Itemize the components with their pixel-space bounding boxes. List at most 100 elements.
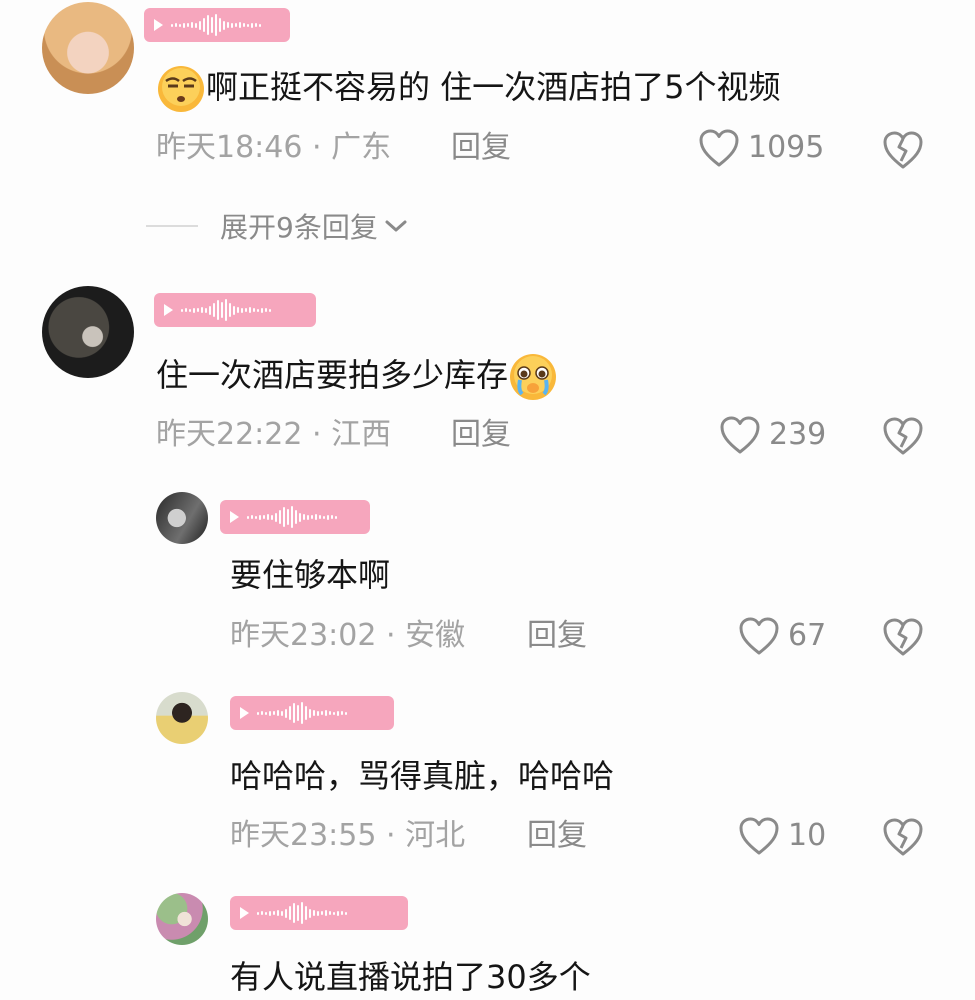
waveform-bar — [279, 510, 281, 524]
waveform-bar — [263, 515, 265, 519]
waveform-bar — [301, 902, 303, 924]
waveform-bar — [321, 711, 323, 715]
waveform-bar — [333, 711, 335, 715]
voice-name-badge[interactable] — [230, 696, 394, 730]
waveform-bar — [265, 911, 267, 915]
waveform-bar — [257, 911, 259, 915]
waveform-bar — [209, 305, 211, 315]
waveform-bar — [293, 703, 295, 723]
waveform-bar — [293, 903, 295, 923]
waveform-bar — [305, 706, 307, 720]
reply-button[interactable]: 回复 — [527, 618, 587, 654]
timestamp: 昨天23:02 — [230, 618, 377, 653]
waveform-bar — [255, 515, 257, 519]
voice-name-badge[interactable] — [230, 896, 408, 930]
heart-outline-icon — [739, 617, 779, 655]
waveform-icon — [247, 506, 337, 528]
waveform-bar — [247, 23, 249, 27]
waveform-bar — [225, 299, 227, 321]
waveform-bar — [329, 911, 331, 915]
waveform-bar — [321, 911, 323, 915]
broken-heart-icon — [883, 618, 923, 656]
waveform-bar — [309, 908, 311, 918]
divider — [146, 225, 198, 227]
voice-name-badge[interactable] — [154, 293, 316, 327]
waveform-bar — [307, 514, 309, 520]
waveform-bar — [251, 22, 253, 28]
dislike-button[interactable] — [882, 130, 924, 174]
waveform-bar — [179, 23, 181, 27]
location: 安徽 — [405, 618, 466, 653]
waveform-bar — [245, 308, 247, 312]
like-button[interactable]: 239 — [719, 415, 826, 455]
heart-outline-icon — [720, 416, 760, 454]
avatar[interactable] — [156, 893, 208, 945]
waveform-bar — [297, 705, 299, 721]
voice-name-badge[interactable] — [144, 8, 290, 42]
waveform-bar — [175, 23, 177, 27]
waveform-bar — [337, 710, 339, 716]
waveform-bar — [283, 507, 285, 527]
avatar[interactable] — [42, 2, 134, 94]
reply-button[interactable]: 回复 — [527, 818, 587, 854]
waveform-bar — [345, 711, 347, 715]
waveform-bar — [277, 910, 279, 916]
avatar[interactable] — [42, 286, 134, 378]
comment-text: 住一次酒店要拍多少库存 — [156, 352, 558, 402]
waveform-bar — [285, 708, 287, 718]
waveform-bar — [243, 23, 245, 27]
waveform-icon — [257, 902, 347, 924]
waveform-bar — [217, 300, 219, 320]
waveform-bar — [281, 710, 283, 716]
dislike-button[interactable] — [882, 617, 924, 661]
waveform-bar — [329, 711, 331, 715]
timestamp: 昨天18:46 — [156, 130, 303, 165]
waveform-bar — [289, 906, 291, 920]
waveform-bar — [261, 711, 263, 715]
avatar[interactable] — [156, 692, 208, 744]
waveform-bar — [285, 908, 287, 918]
heart-outline-icon — [699, 129, 739, 167]
waveform-bar — [269, 308, 271, 312]
like-button[interactable]: 1095 — [698, 128, 824, 168]
reply-button[interactable]: 回复 — [451, 417, 511, 453]
waveform-bar — [201, 307, 203, 313]
avatar[interactable] — [156, 492, 208, 544]
waveform-bar — [309, 708, 311, 718]
waveform-bar — [275, 512, 277, 522]
dislike-button[interactable] — [882, 416, 924, 460]
waveform-bar — [299, 512, 301, 522]
waveform-bar — [257, 308, 259, 312]
waveform-bar — [313, 710, 315, 716]
waveform-bar — [341, 911, 343, 915]
waveform-bar — [261, 307, 263, 313]
expand-replies-button[interactable]: 展开9条回复 — [146, 206, 410, 246]
voice-name-badge[interactable] — [220, 500, 370, 534]
dislike-button[interactable] — [882, 817, 924, 861]
waveform-bar — [311, 515, 313, 519]
reply-button[interactable]: 回复 — [451, 130, 511, 166]
like-button[interactable]: 67 — [738, 616, 826, 656]
waveform-bar — [233, 305, 235, 315]
play-icon — [164, 304, 173, 316]
waveform-bar — [183, 22, 185, 28]
waveform-bar — [227, 22, 229, 28]
reply-meta: 昨天23:02 · 安徽 — [230, 618, 466, 653]
waveform-bar — [231, 22, 233, 28]
waveform-bar — [325, 710, 327, 716]
waveform-bar — [235, 23, 237, 27]
broken-heart-icon — [883, 818, 923, 856]
reply-text: 哈哈哈，骂得真脏，哈哈哈 — [230, 757, 615, 795]
waveform-bar — [229, 303, 231, 317]
reply-text: 有人说直播说拍了30多个 — [230, 958, 591, 996]
waveform-bar — [207, 15, 209, 35]
like-button[interactable]: 10 — [738, 816, 826, 856]
waveform-bar — [223, 20, 225, 30]
heart-outline-icon — [739, 817, 779, 855]
waveform-bar — [255, 23, 257, 27]
waveform-bar — [219, 18, 221, 32]
waveform-bar — [247, 515, 249, 519]
comment-meta: 昨天22:22 · 江西 — [156, 417, 392, 452]
waveform-bar — [273, 711, 275, 715]
waveform-bar — [181, 308, 183, 312]
